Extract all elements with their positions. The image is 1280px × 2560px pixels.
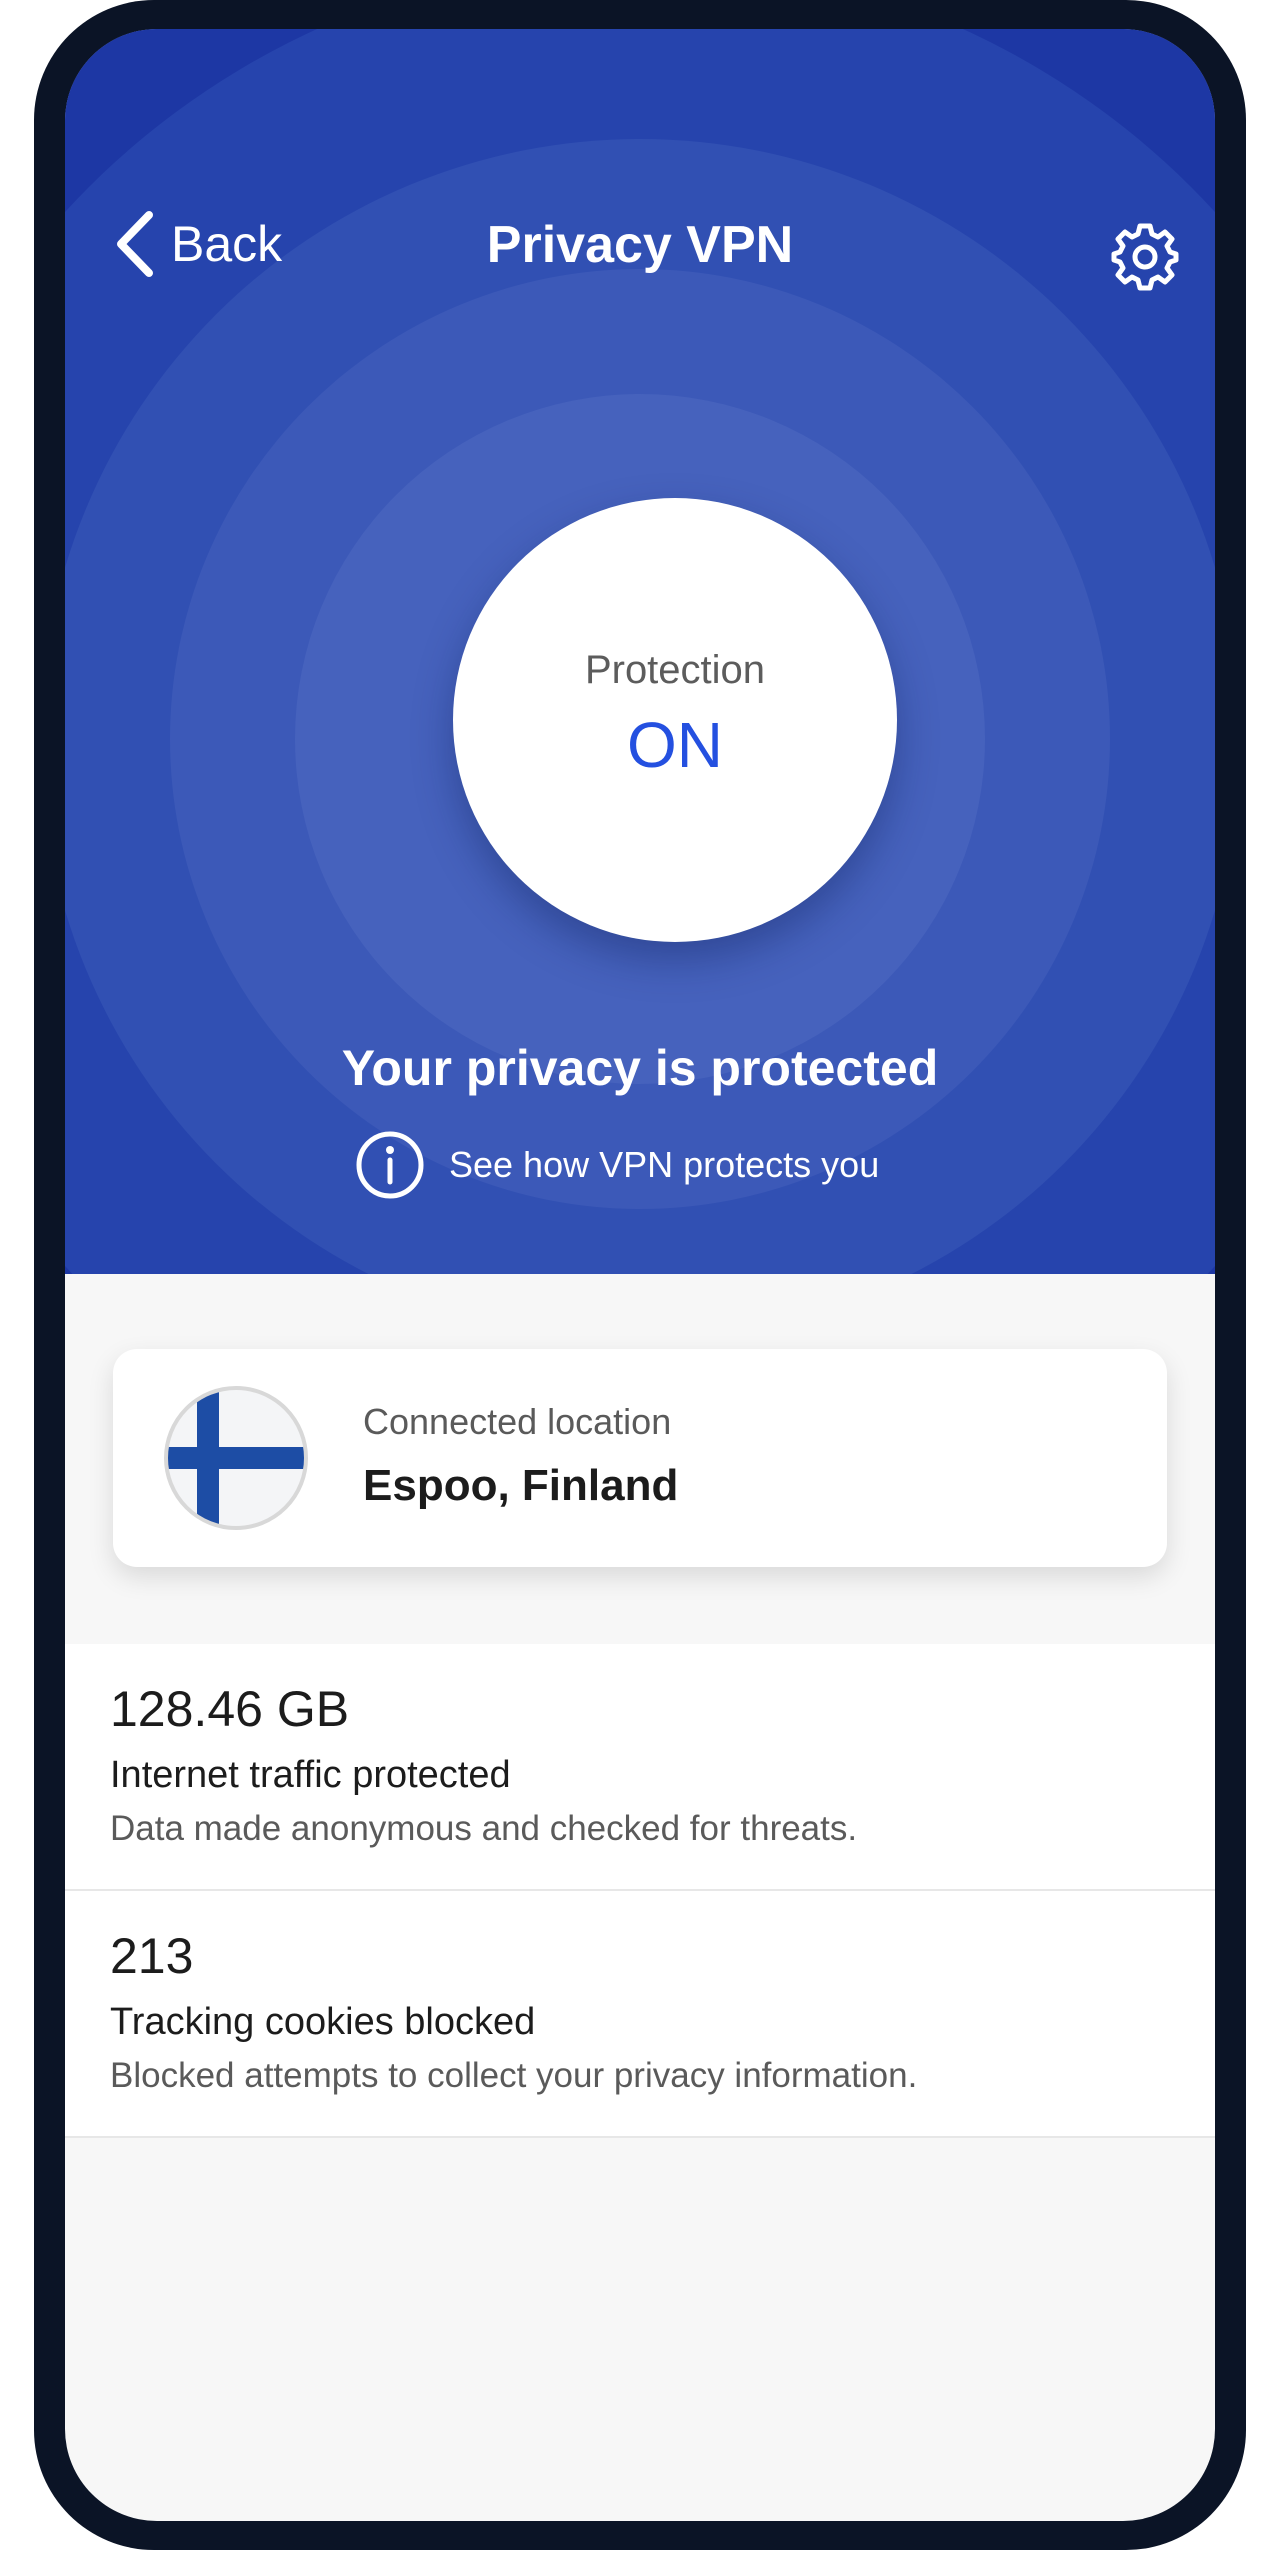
location-value: Espoo, Finland [363,1461,679,1510]
page-title: Privacy VPN [486,216,794,274]
connected-location-card[interactable]: Connected location Espoo, Finland [113,1349,1167,1567]
stat-description: Blocked attempts to collect your privacy… [110,2056,918,2095]
protection-toggle-button[interactable]: Protection ON [453,498,897,942]
stat-title: Internet traffic protected [110,1754,511,1796]
protection-state: ON [627,709,723,781]
app-screen: Back Privacy VPN Protection ON Your priv… [65,29,1215,2521]
gear-icon[interactable] [1109,221,1181,293]
top-navigation-bar: Back Privacy VPN [65,179,1215,309]
phone-frame: Back Privacy VPN Protection ON Your priv… [34,0,1246,2550]
protection-stats-list: 128.46 GB Internet traffic protected Dat… [65,1644,1215,2138]
privacy-status-message: Your privacy is protected [341,1040,939,1096]
location-label: Connected location [363,1401,672,1442]
protection-label: Protection [584,648,766,692]
info-icon [356,1131,424,1199]
vpn-info-link[interactable]: See how VPN protects you [355,1129,879,1201]
vpn-info-link-label: See how VPN protects you [449,1144,880,1185]
stat-value: 128.46 GB [110,1681,350,1737]
stat-cookies-blocked: 213 Tracking cookies blocked Blocked att… [65,1891,1215,2138]
stat-traffic-protected: 128.46 GB Internet traffic protected Dat… [65,1644,1215,1891]
stat-description: Data made anonymous and checked for thre… [110,1809,858,1848]
vpn-hero-panel: Back Privacy VPN Protection ON Your priv… [65,29,1215,1274]
stat-title: Tracking cookies blocked [110,2001,536,2043]
stat-value: 213 [110,1928,194,1984]
finland-flag-icon [164,1386,308,1530]
